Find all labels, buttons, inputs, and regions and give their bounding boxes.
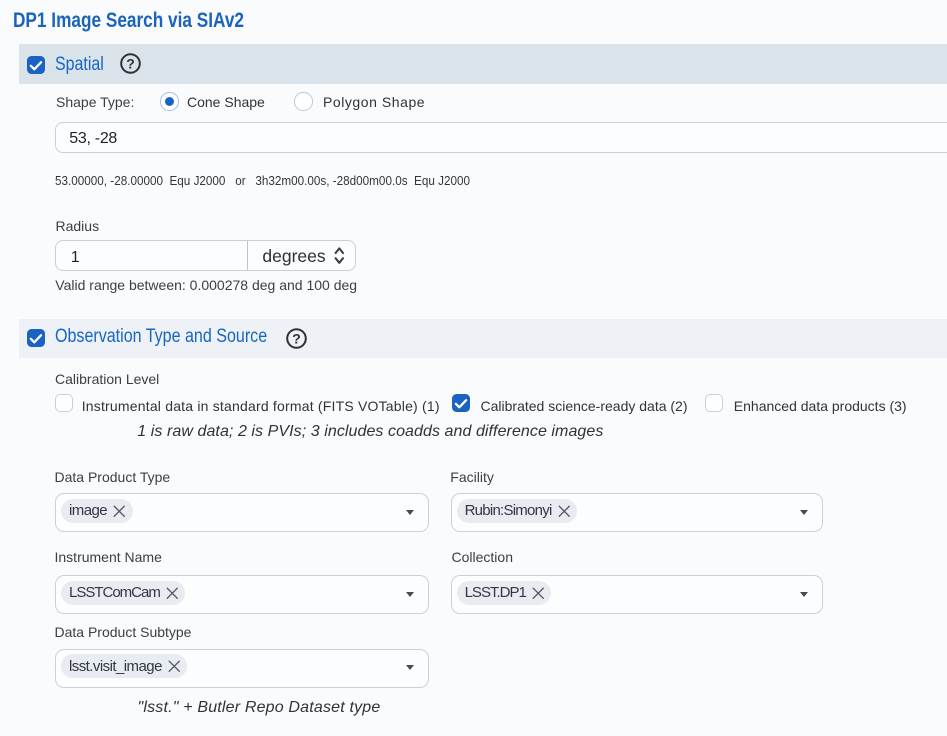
svg-text:?: ?	[292, 330, 301, 346]
svg-text:?: ?	[127, 56, 136, 72]
